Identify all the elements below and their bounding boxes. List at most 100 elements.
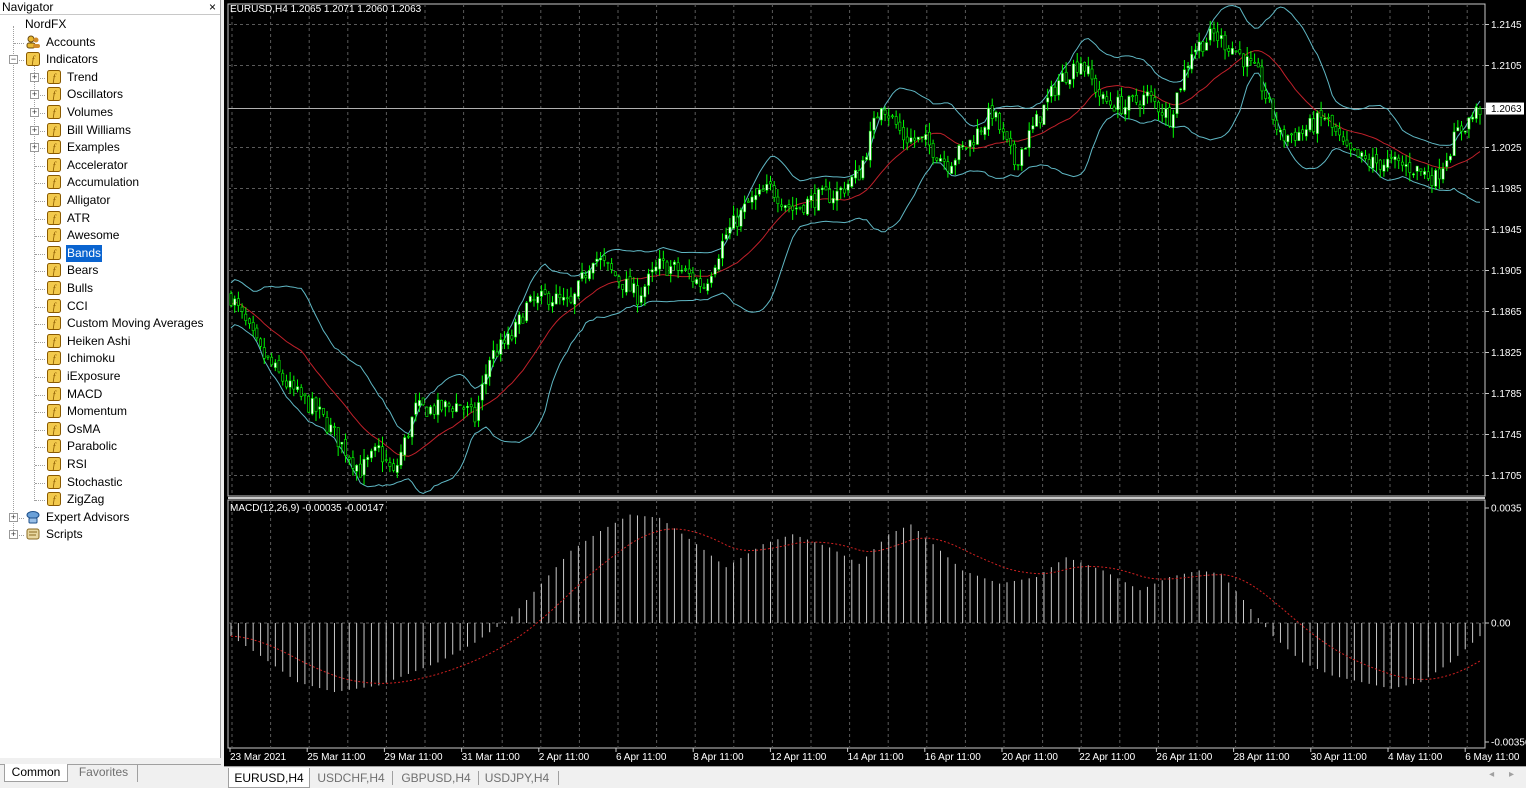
tree-guide-line bbox=[35, 429, 45, 431]
price-chart[interactable]: 1.2145 1.2105 1.2025 1.1985 1.1945 1.1905 1.18… bbox=[224, 0, 1526, 766]
tree-item-label: Parabolic bbox=[67, 439, 118, 454]
candle-body bbox=[1157, 101, 1160, 113]
tree-item-momentum[interactable]: f Momentum bbox=[0, 403, 220, 420]
indicator-folder-icon: f bbox=[25, 51, 41, 67]
tree-item-macd[interactable]: f MACD bbox=[0, 386, 220, 403]
tab-favorites[interactable]: Favorites bbox=[70, 764, 138, 782]
tree-item-label: ZigZag bbox=[67, 492, 105, 507]
expand-toggle-icon[interactable]: + bbox=[9, 530, 18, 540]
tree-item-cci[interactable]: f CCI bbox=[0, 298, 220, 315]
tree-item-alligator[interactable]: f Alligator bbox=[0, 192, 220, 209]
tree-item-osma[interactable]: f OsMA bbox=[0, 421, 220, 438]
chart-tab-usdchf[interactable]: USDCHF,H4 bbox=[312, 768, 390, 788]
candle-body bbox=[1297, 132, 1301, 141]
candle-body bbox=[1338, 128, 1341, 136]
candle-body bbox=[277, 359, 281, 373]
expand-toggle-icon[interactable]: + bbox=[30, 125, 39, 135]
candle-body bbox=[1182, 69, 1186, 91]
candle-body bbox=[451, 408, 455, 412]
tree-guide-line bbox=[35, 324, 45, 326]
tree-item-bears[interactable]: f Bears bbox=[0, 262, 220, 279]
tree-item-label: Bears bbox=[67, 263, 99, 278]
close-icon[interactable]: × bbox=[209, 0, 216, 14]
tree-item-rsi[interactable]: f RSI bbox=[0, 456, 220, 473]
indicator-icon: f bbox=[46, 174, 62, 190]
candle-body bbox=[1190, 54, 1194, 70]
tree-item-bill-williams[interactable]: + f Bill Williams bbox=[0, 122, 220, 139]
date-tick-label: 14 Apr 11:00 bbox=[848, 752, 904, 763]
candle-body bbox=[721, 240, 724, 259]
chart-window[interactable]: 1.2145 1.2105 1.2025 1.1985 1.1945 1.1905 1.18… bbox=[224, 0, 1526, 766]
candle-body bbox=[414, 402, 418, 415]
tree-item-custom-moving-averages[interactable]: f Custom Moving Averages bbox=[0, 315, 220, 332]
candle-body bbox=[1360, 152, 1364, 157]
tree-item-awesome[interactable]: f Awesome bbox=[0, 227, 220, 244]
date-tick-label: 23 Mar 2021 bbox=[230, 752, 287, 763]
tree-item-accelerator[interactable]: f Accelerator bbox=[0, 157, 220, 174]
candle-body bbox=[1356, 148, 1360, 157]
candle-body bbox=[432, 405, 436, 415]
tree-item-bands[interactable]: f Bands bbox=[0, 244, 220, 262]
candle-body bbox=[543, 289, 547, 295]
candle-body bbox=[617, 276, 621, 283]
tree-item-nordfx[interactable]: NordFX bbox=[0, 16, 220, 33]
chart-tab-eurusd[interactable]: EURUSD,H4 bbox=[228, 768, 310, 788]
candle-body bbox=[1186, 65, 1190, 68]
tree-item-atr[interactable]: f ATR bbox=[0, 210, 220, 227]
candle-body bbox=[599, 257, 602, 261]
tree-item-scripts[interactable]: + Scripts bbox=[0, 526, 220, 543]
tree-item-volumes[interactable]: + f Volumes bbox=[0, 104, 220, 121]
chart-tab-usdjpy[interactable]: USDJPY,H4 bbox=[480, 768, 554, 788]
navigator-panel: Navigator × NordFX Accounts − f Indicators + f… bbox=[0, 0, 221, 788]
tree-item-bulls[interactable]: f Bulls bbox=[0, 280, 220, 297]
expand-toggle-icon[interactable]: + bbox=[30, 108, 39, 117]
tree-item-indicators[interactable]: − f Indicators bbox=[0, 51, 220, 68]
tree-item-accumulation[interactable]: f Accumulation bbox=[0, 174, 220, 191]
tree-item-examples[interactable]: + f Examples bbox=[0, 139, 220, 156]
candle-body bbox=[1231, 48, 1234, 55]
indicator-icon: f bbox=[46, 245, 62, 261]
expand-toggle-icon[interactable]: + bbox=[30, 90, 39, 100]
date-tick-label: 6 May 11:00 bbox=[1465, 752, 1520, 763]
candle-body bbox=[983, 127, 987, 135]
candle-body bbox=[739, 209, 743, 227]
indicator-icon: f bbox=[46, 491, 62, 507]
candle-body bbox=[1323, 117, 1327, 120]
candle-body bbox=[857, 170, 861, 181]
expand-toggle-icon[interactable]: + bbox=[30, 143, 39, 153]
candle-body bbox=[1256, 62, 1260, 68]
tree-item-parabolic[interactable]: f Parabolic bbox=[0, 438, 220, 455]
candle-body bbox=[1090, 68, 1094, 80]
tree-item-zigzag[interactable]: f ZigZag bbox=[0, 491, 220, 508]
candle-body bbox=[1109, 100, 1112, 106]
candle-body bbox=[547, 293, 551, 305]
tree-item-accounts[interactable]: Accounts bbox=[0, 34, 220, 51]
candle-body bbox=[746, 200, 750, 203]
expand-toggle-icon[interactable]: − bbox=[9, 55, 18, 65]
tab-common[interactable]: Common bbox=[4, 764, 68, 782]
price-tick-label: 1.1865 bbox=[1491, 307, 1522, 318]
candle-body bbox=[776, 196, 780, 204]
tree-item-expert-advisors[interactable]: + Expert Advisors bbox=[0, 509, 220, 526]
candle-body bbox=[1031, 125, 1035, 130]
candle-body bbox=[384, 459, 388, 461]
candle-body bbox=[503, 339, 506, 344]
candle-body bbox=[532, 299, 536, 301]
candle-body bbox=[772, 185, 776, 198]
candle-body bbox=[824, 186, 828, 191]
tree-item-trend[interactable]: + f Trend bbox=[0, 69, 220, 86]
candle-body bbox=[1471, 116, 1475, 120]
tree-item-iexposure[interactable]: f iExposure bbox=[0, 368, 220, 385]
expand-toggle-icon[interactable]: + bbox=[30, 72, 39, 82]
tree-item-ichimoku[interactable]: f Ichimoku bbox=[0, 350, 220, 367]
candle-body bbox=[1086, 65, 1090, 75]
candle-body bbox=[381, 446, 384, 463]
tree-item-stochastic[interactable]: f Stochastic bbox=[0, 474, 220, 491]
tab-scroll-arrows[interactable]: ◂ ▸ bbox=[1489, 769, 1520, 780]
tree-item-heiken-ashi[interactable]: f Heiken Ashi bbox=[0, 333, 220, 350]
expand-toggle-icon[interactable]: + bbox=[9, 512, 18, 522]
chart-tab-gbpusd[interactable]: GBPUSD,H4 bbox=[396, 768, 476, 788]
candle-body bbox=[1216, 31, 1220, 41]
date-tick-label: 6 Apr 11:00 bbox=[616, 752, 667, 763]
tree-item-oscillators[interactable]: + f Oscillators bbox=[0, 86, 220, 103]
